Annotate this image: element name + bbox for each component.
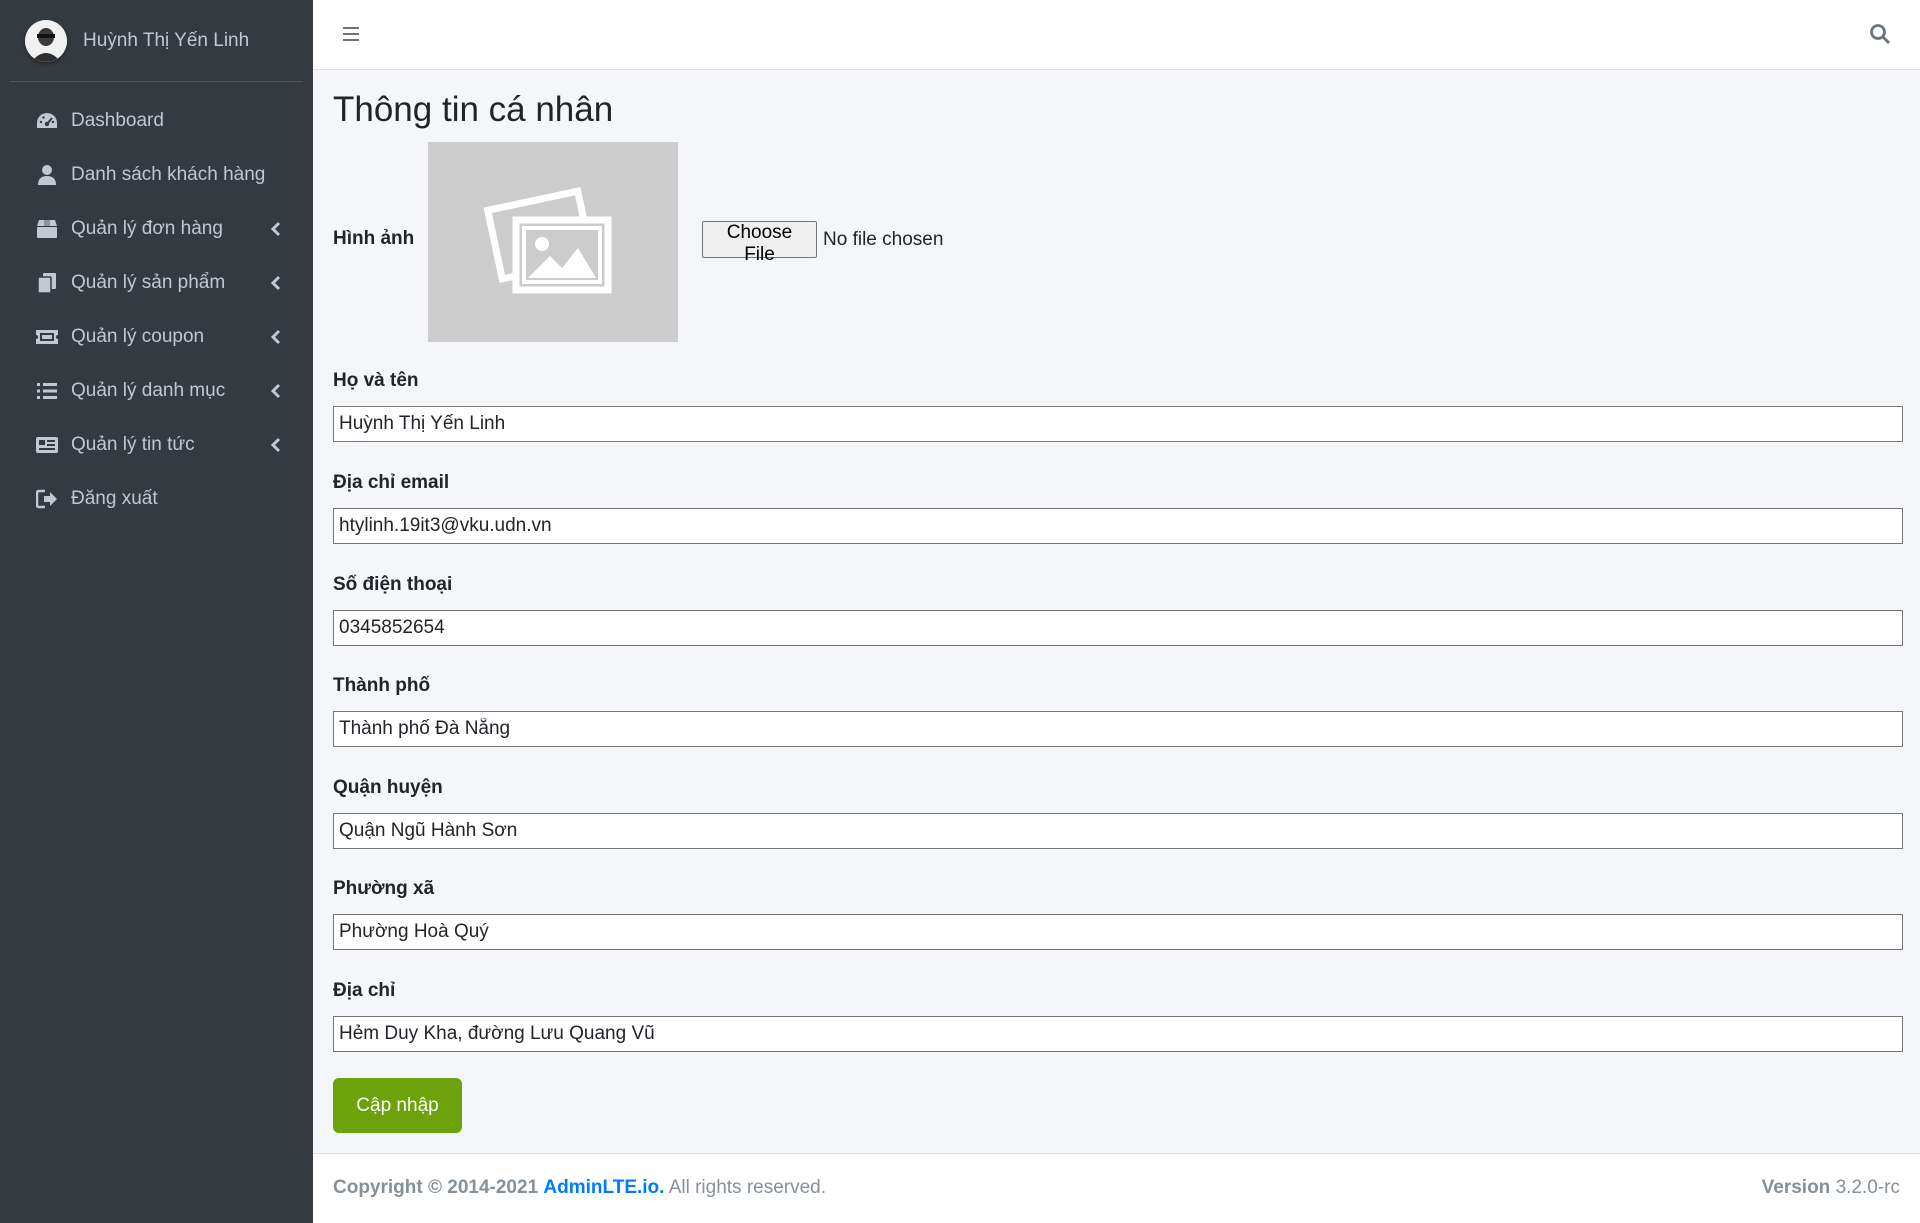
copy-icon — [35, 271, 59, 295]
sidebar-item-label: Dashboard — [71, 110, 164, 131]
form-group-address: Địa chỉ — [333, 980, 1903, 1052]
image-label: Hình ảnh — [333, 228, 415, 249]
sidebar-item-dashboard[interactable]: Dashboard — [0, 94, 313, 148]
update-button[interactable]: Cập nhập — [333, 1078, 462, 1133]
sidebar-item-label: Đăng xuất — [71, 488, 158, 509]
fullname-input[interactable] — [333, 406, 1903, 442]
sign-out-icon — [35, 487, 59, 511]
email-input[interactable] — [333, 508, 1903, 544]
sidebar-item-categories[interactable]: Quản lý danh mục — [0, 364, 313, 418]
sidebar-item-products[interactable]: Quản lý sản phẩm — [0, 256, 313, 310]
address-label: Địa chỉ — [333, 980, 396, 1001]
image-placeholder — [428, 142, 678, 342]
rights-text: All rights reserved. — [668, 1177, 827, 1198]
user-panel[interactable]: Huỳnh Thị Yến Linh — [10, 0, 303, 82]
choose-file-button[interactable]: Choose File — [702, 221, 817, 265]
address-input[interactable] — [333, 1016, 1903, 1052]
newspaper-icon — [35, 433, 59, 457]
email-label: Địa chỉ email — [333, 472, 450, 493]
sidebar-item-label: Quản lý danh mục — [71, 380, 226, 401]
city-input[interactable] — [333, 711, 1903, 747]
user-icon — [35, 163, 59, 187]
sidebar-item-logout[interactable]: Đăng xuất — [0, 472, 313, 526]
sidebar-item-label: Quản lý tin tức — [71, 434, 195, 455]
sidebar-item-label: Quản lý sản phẩm — [71, 272, 226, 293]
form-group-city: Thành phố — [333, 675, 1903, 747]
sidebar-item-orders[interactable]: Quản lý đơn hàng — [0, 202, 313, 256]
copyright-text: Copyright © 2014-2021 — [333, 1177, 539, 1198]
page-title: Thông tin cá nhân — [333, 90, 614, 129]
phone-label: Số điện thoại — [333, 574, 453, 595]
sidebar-item-label: Quản lý coupon — [71, 326, 205, 347]
version-label: Version — [1761, 1177, 1831, 1198]
sidebar-nav: Dashboard Danh sách khách hàng Quản lý đ… — [0, 82, 313, 526]
form-group-email: Địa chỉ email — [333, 472, 1903, 544]
box-icon — [35, 217, 59, 241]
search-icon[interactable] — [1868, 22, 1892, 46]
bars-icon[interactable] — [341, 24, 363, 44]
form-group-fullname: Họ và tên — [333, 370, 1903, 442]
chevron-left-icon — [269, 437, 283, 453]
footer: Copyright © 2014-2021 AdminLTE.io. All r… — [313, 1153, 1920, 1223]
sidebar-item-news[interactable]: Quản lý tin tức — [0, 418, 313, 472]
list-icon — [35, 379, 59, 403]
tachometer-icon — [35, 109, 59, 133]
ward-label: Phường xã — [333, 878, 435, 899]
user-name[interactable]: Huỳnh Thị Yến Linh — [83, 30, 249, 52]
top-navbar — [313, 0, 1920, 70]
form-group-ward: Phường xã — [333, 878, 1903, 950]
main-content: Thông tin cá nhân Hình ảnh Choose File N… — [313, 70, 1920, 1153]
chevron-left-icon — [269, 275, 283, 291]
chevron-left-icon — [269, 221, 283, 237]
form-group-phone: Số điện thoại — [333, 574, 1903, 646]
district-input[interactable] — [333, 813, 1903, 849]
ward-input[interactable] — [333, 914, 1903, 950]
avatar[interactable] — [25, 19, 67, 62]
version-number: 3.2.0-rc — [1835, 1177, 1900, 1198]
footer-version: Version 3.2.0-rc — [1762, 1177, 1900, 1199]
sidebar-item-label: Danh sách khách hàng — [71, 164, 266, 185]
chevron-left-icon — [269, 329, 283, 345]
image-placeholder-icon — [483, 187, 612, 294]
ticket-icon — [35, 325, 59, 349]
sidebar-item-customers[interactable]: Danh sách khách hàng — [0, 148, 313, 202]
city-label: Thành phố — [333, 675, 431, 696]
sidebar-item-coupons[interactable]: Quản lý coupon — [0, 310, 313, 364]
image-upload-row: Hình ảnh Choose File No file chosen — [333, 142, 1893, 342]
fullname-label: Họ và tên — [333, 370, 419, 391]
sidebar: Huỳnh Thị Yến Linh Dashboard Danh sách k… — [0, 0, 313, 1223]
file-status: No file chosen — [823, 229, 944, 250]
form-group-district: Quận huyện — [333, 777, 1903, 849]
footer-copyright: Copyright © 2014-2021 AdminLTE.io. All r… — [333, 1177, 826, 1199]
district-label: Quận huyện — [333, 777, 443, 798]
brand-link[interactable]: AdminLTE.io. — [543, 1177, 664, 1198]
phone-input[interactable] — [333, 610, 1903, 646]
sidebar-item-label: Quản lý đơn hàng — [71, 218, 223, 239]
chevron-left-icon — [269, 383, 283, 399]
